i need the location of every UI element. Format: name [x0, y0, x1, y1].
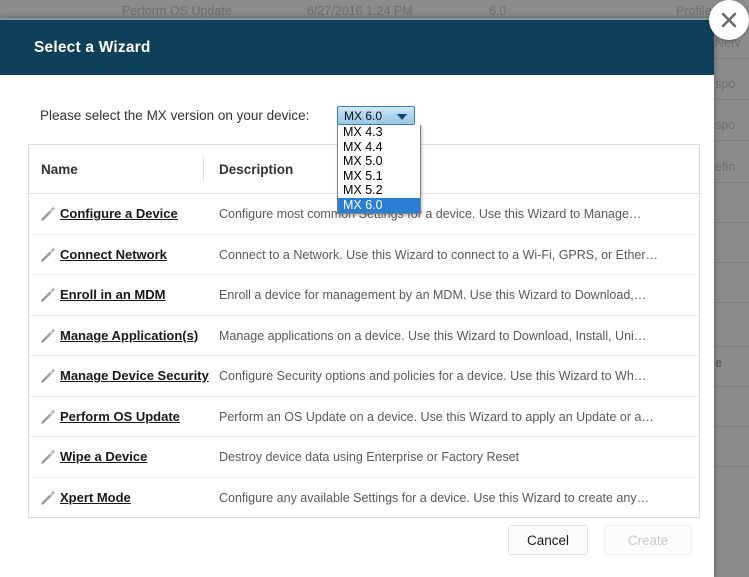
- wizard-description: Configure most common Settings for a dev…: [219, 207, 642, 221]
- close-icon: [721, 12, 737, 28]
- dialog-body: Please select the MX version on your dev…: [0, 75, 714, 577]
- wizard-name-link[interactable]: Manage Device Security: [60, 368, 209, 383]
- column-header-description: Description: [219, 162, 294, 177]
- close-button[interactable]: [709, 0, 749, 40]
- wizard-description: Configure any available Settings for a d…: [219, 490, 650, 505]
- wand-icon: [41, 287, 56, 302]
- wand-icon: [41, 246, 56, 262]
- table-row[interactable]: Manage Device Security Configure Securit…: [29, 356, 699, 397]
- cancel-button[interactable]: Cancel: [508, 525, 588, 555]
- mx-version-selected-value: MX 6.0: [344, 109, 383, 123]
- background-fragment-spo-1: spo: [715, 77, 736, 91]
- create-button[interactable]: Create: [604, 525, 692, 555]
- dialog-title: Select a Wizard: [34, 39, 151, 56]
- mx-option-selected[interactable]: MX 6.0: [338, 197, 420, 213]
- wand-icon: [41, 327, 56, 343]
- mx-version-select-box[interactable]: MX 6.0: [337, 106, 415, 125]
- wizard-description: Destroy device data using Enterprise or …: [219, 450, 520, 464]
- table-row[interactable]: Enroll in an MDM Enroll a device for man…: [29, 275, 699, 316]
- wand-icon: [41, 368, 56, 383]
- mx-option[interactable]: MX 5.0: [338, 154, 420, 169]
- mx-option[interactable]: MX 5.2: [338, 183, 420, 198]
- table-row[interactable]: Manage Application(s) Manage application…: [29, 316, 699, 356]
- table-row[interactable]: Xpert Mode Configure any available Setti…: [29, 478, 699, 518]
- mx-option[interactable]: MX 5.1: [338, 169, 420, 184]
- dialog-footer: Cancel Create: [0, 525, 714, 577]
- wizard-description: Configure Security options and policies …: [219, 369, 647, 383]
- wizard-description: Perform an OS Update on a device. Use th…: [219, 409, 654, 424]
- column-header-name: Name: [41, 162, 78, 177]
- wand-icon: [41, 408, 56, 424]
- table-row[interactable]: Wipe a Device Destroy device data using …: [29, 437, 699, 478]
- header-divider: [203, 157, 204, 181]
- mx-version-option-list[interactable]: MX 4.3 MX 4.4 MX 5.0 MX 5.1 MX 5.2 MX 6.…: [337, 125, 421, 214]
- select-wizard-dialog: Select a Wizard Please select the MX ver…: [0, 18, 714, 577]
- wizard-name-link[interactable]: Perform OS Update: [60, 409, 180, 424]
- table-row[interactable]: Perform OS Update Perform an OS Update o…: [29, 397, 699, 437]
- table-row[interactable]: Connect Network Connect to a Network. Us…: [29, 235, 699, 275]
- wizard-description: Enroll a device for management by an MDM…: [219, 288, 647, 302]
- background-fragment-e: e: [715, 356, 722, 370]
- background-fragment-efin: efin: [715, 160, 736, 174]
- wizard-name-link[interactable]: Configure a Device: [60, 206, 178, 221]
- wizard-name-link[interactable]: Xpert Mode: [60, 490, 131, 505]
- wand-icon: [41, 489, 56, 505]
- wizard-name-link[interactable]: Enroll in an MDM: [60, 287, 165, 302]
- wizard-name-link[interactable]: Wipe a Device: [60, 449, 147, 464]
- wand-icon: [41, 449, 56, 464]
- wizard-name-link[interactable]: Connect Network: [60, 247, 167, 262]
- wizard-name-link[interactable]: Manage Application(s): [60, 328, 198, 343]
- mx-version-prompt: Please select the MX version on your dev…: [40, 108, 310, 123]
- chevron-down-icon: [397, 114, 407, 120]
- mx-option[interactable]: MX 4.3: [338, 125, 420, 140]
- wizard-description: Manage applications on a device. Use thi…: [219, 328, 647, 343]
- wand-icon: [41, 206, 56, 221]
- dialog-header: Select a Wizard: [0, 18, 714, 77]
- background-fragment-spo-2: spo: [715, 118, 736, 132]
- wizard-description: Connect to a Network. Use this Wizard to…: [219, 247, 659, 262]
- mx-option[interactable]: MX 4.4: [338, 140, 420, 155]
- mx-version-select[interactable]: MX 6.0 MX 4.3 MX 4.4 MX 5.0 MX 5.1 MX 5.…: [337, 106, 421, 214]
